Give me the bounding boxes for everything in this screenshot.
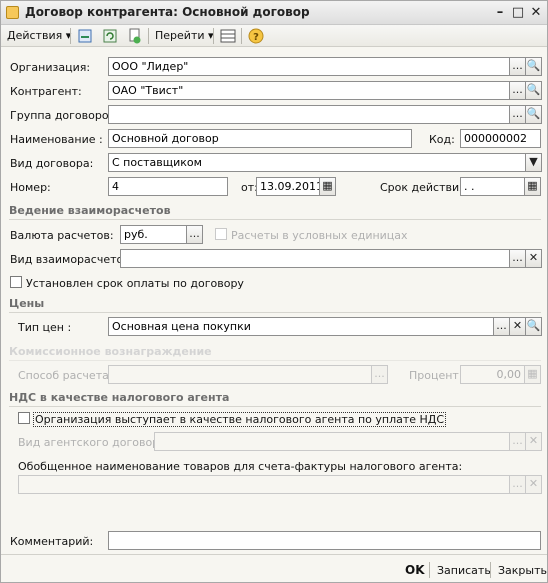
term-field[interactable]: . . [460, 177, 525, 196]
divider [9, 406, 541, 407]
toolbar-separator [148, 28, 149, 44]
footer-separator [429, 562, 430, 578]
vat-agent-section-title: НДС в качестве налогового агента [9, 391, 230, 404]
divider [9, 219, 541, 220]
chevron-down-icon[interactable]: ▼ [525, 153, 542, 172]
clear-icon[interactable]: ✕ [525, 249, 542, 268]
commission-section-title: Комиссионное вознаграждение [9, 345, 212, 358]
clear-icon[interactable]: ✕ [525, 475, 542, 494]
is-tax-agent-checkbox[interactable] [18, 412, 30, 424]
settlements-section-title: Ведение взаиморасчетов [9, 204, 171, 217]
toolbar-separator [70, 28, 71, 44]
actions-label: Действия [7, 29, 63, 42]
help-label: ? [253, 32, 259, 43]
comment-field[interactable] [108, 531, 541, 550]
refresh-icon[interactable] [101, 27, 119, 45]
list-icon[interactable] [219, 27, 237, 45]
contractor-open-icon[interactable]: 🔍 [525, 81, 542, 100]
agent-contract-type-label: Вид агентского договора: [18, 436, 170, 449]
agent-contract-type-field[interactable] [154, 432, 510, 451]
percent-label: Процент: [409, 369, 463, 382]
close-icon[interactable]: ✕ [527, 4, 545, 22]
goto-label: Перейти [155, 29, 205, 42]
conventional-units-checkbox[interactable] [215, 228, 227, 240]
currency-select-button[interactable]: ... [186, 225, 203, 244]
divider [9, 360, 541, 361]
close-button[interactable]: Закрыть [498, 564, 547, 577]
contract-type-label: Вид договора: [10, 157, 94, 170]
help-icon[interactable]: ? [247, 27, 265, 45]
contractor-field[interactable]: ОАО "Твист" [108, 81, 510, 100]
clear-icon[interactable]: ✕ [509, 317, 526, 336]
title-bar: Договор контрагента: Основной договор – … [1, 1, 547, 25]
name-label: Наименование : [10, 133, 103, 146]
is-tax-agent-label: Организация выступает в качестве налогов… [33, 412, 447, 427]
footer-divider [1, 554, 547, 555]
copy-document-icon[interactable] [125, 27, 143, 45]
calc-method-select-button[interactable]: ... [371, 365, 388, 384]
percent-field[interactable]: 0,00 [460, 365, 525, 384]
price-type-select-button[interactable]: ... [493, 317, 510, 336]
contract-group-select-button[interactable]: ... [509, 105, 526, 124]
divider [9, 312, 541, 313]
calculator-icon[interactable]: ▦ [524, 365, 541, 384]
prices-section-title: Цены [9, 297, 45, 310]
goods-name-select-button[interactable]: ... [509, 475, 526, 494]
toolbar-separator [213, 28, 214, 44]
goods-name-label: Обобщенное наименование товаров для счет… [18, 460, 463, 473]
date-field[interactable]: 13.09.2011 [256, 177, 320, 196]
settlement-mode-field[interactable] [120, 249, 510, 268]
code-label: Код: [429, 133, 455, 146]
organization-open-icon[interactable]: 🔍 [525, 57, 542, 76]
toolbar: Действия ▾ Перейти ▾ ? [1, 25, 547, 47]
organization-select-button[interactable]: ... [509, 57, 526, 76]
minimize-icon[interactable]: – [491, 4, 509, 22]
payment-term-checkbox[interactable] [10, 276, 22, 288]
toolbar-separator [241, 28, 242, 44]
settlement-mode-select-button[interactable]: ... [509, 249, 526, 268]
currency-field[interactable]: руб. [120, 225, 187, 244]
contractor-label: Контрагент: [10, 85, 82, 98]
number-label: Номер: [10, 181, 51, 194]
contract-group-open-icon[interactable]: 🔍 [525, 105, 542, 124]
clear-icon[interactable]: ✕ [525, 432, 542, 451]
contract-window: Договор контрагента: Основной договор – … [0, 0, 548, 583]
goto-menu-button[interactable]: Перейти ▾ [155, 27, 214, 45]
document-icon [6, 6, 19, 19]
ok-button[interactable]: OK [405, 563, 425, 577]
calc-method-field[interactable] [108, 365, 372, 384]
settlement-mode-label: Вид взаиморасчетов: [10, 253, 134, 266]
contract-type-select[interactable]: С поставщиком [108, 153, 526, 172]
date-calendar-icon[interactable]: ▦ [319, 177, 336, 196]
contractor-select-button[interactable]: ... [509, 81, 526, 100]
window-title: Договор контрагента: Основной договор [25, 5, 310, 19]
name-field[interactable]: Основной договор [108, 129, 412, 148]
term-label: Срок действия: [380, 181, 470, 194]
organization-field[interactable]: ООО "Лидер" [108, 57, 510, 76]
organization-label: Организация: [10, 61, 91, 74]
goods-name-field[interactable] [18, 475, 510, 494]
conventional-units-label: Расчеты в условных единицах [231, 229, 408, 242]
calc-method-label: Способ расчета: [18, 369, 113, 382]
actions-menu-button[interactable]: Действия ▾ [7, 27, 71, 45]
number-field[interactable]: 4 [108, 177, 228, 196]
price-type-open-icon[interactable]: 🔍 [525, 317, 542, 336]
maximize-icon[interactable]: □ [509, 4, 527, 22]
comment-label: Комментарий: [10, 535, 94, 548]
code-field[interactable]: 000000002 [460, 129, 541, 148]
price-type-label: Тип цен : [18, 321, 72, 334]
footer-separator [490, 562, 491, 578]
price-type-field[interactable]: Основная цена покупки [108, 317, 494, 336]
payment-term-label: Установлен срок оплаты по договору [26, 277, 244, 290]
agent-contract-type-select-button[interactable]: ... [509, 432, 526, 451]
currency-label: Валюта расчетов: [10, 229, 114, 242]
contract-group-label: Группа договоров: [10, 109, 119, 122]
save-button[interactable]: Записать [437, 564, 491, 577]
contract-group-field[interactable] [108, 105, 510, 124]
save-and-close-icon[interactable] [76, 27, 94, 45]
term-calendar-icon[interactable]: ▦ [524, 177, 541, 196]
